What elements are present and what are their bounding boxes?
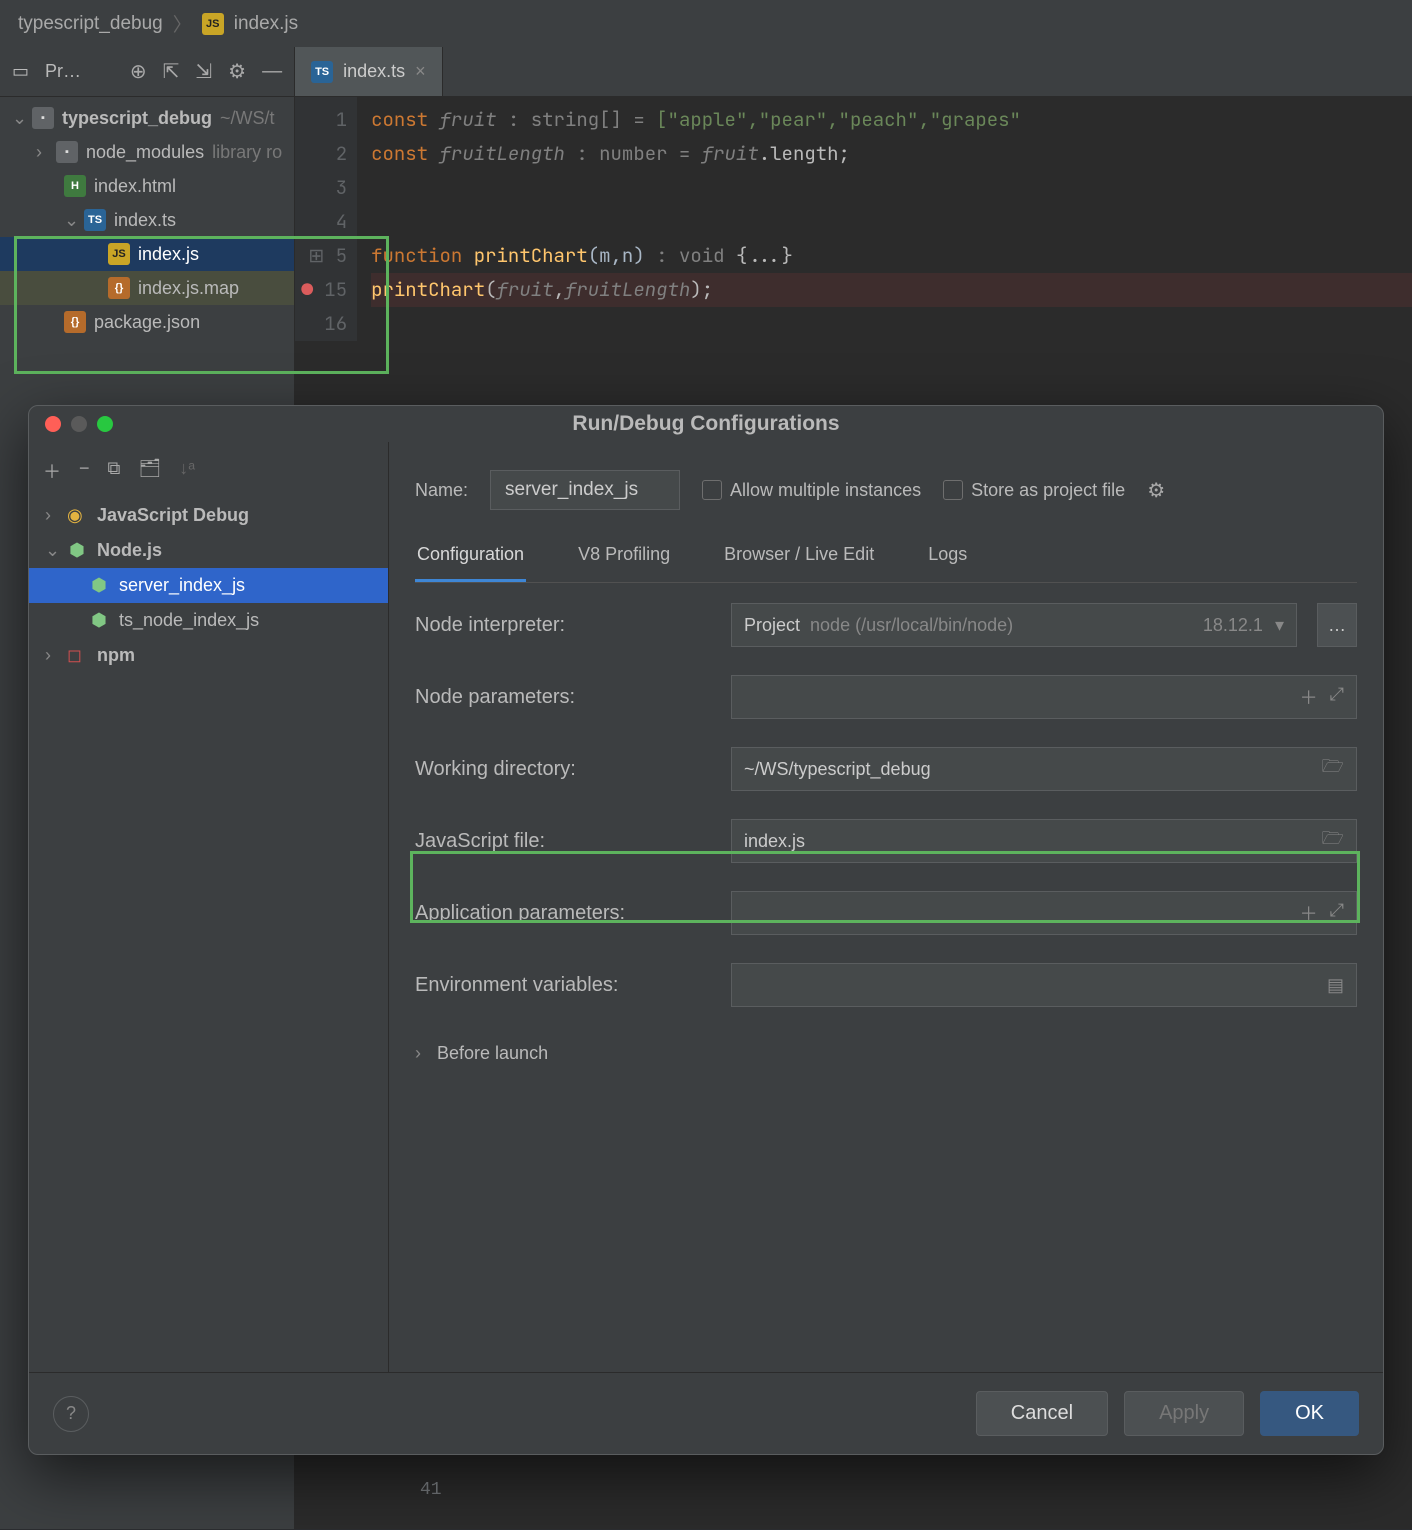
node-parameters-field[interactable]: ＋⤢	[731, 675, 1357, 719]
tab-logs[interactable]: Logs	[926, 532, 969, 582]
list-icon[interactable]: ▤	[1327, 975, 1344, 996]
js-debug-icon: ◉	[67, 505, 87, 526]
config-name-input[interactable]	[490, 470, 680, 510]
help-icon[interactable]: ?	[53, 1396, 89, 1432]
hide-icon[interactable]: —	[262, 60, 282, 83]
gutter: 1 2 3 4 ⊞ 5 ● 15 16	[295, 97, 357, 341]
app-params-label: Application parameters:	[415, 902, 711, 925]
tab-v8-profiling[interactable]: V8 Profiling	[576, 532, 672, 582]
gear-icon[interactable]: ⚙	[228, 59, 246, 84]
tree-package-json[interactable]: {} package.json	[0, 305, 294, 339]
before-launch-section[interactable]: ›Before launch	[415, 1021, 1357, 1086]
folder-icon: ▪	[32, 107, 54, 129]
add-config-icon[interactable]: ＋	[43, 458, 61, 484]
dialog-title: Run/Debug Configurations	[29, 412, 1383, 436]
name-label: Name:	[415, 480, 468, 501]
close-tab-icon[interactable]: ×	[415, 61, 426, 82]
conf-npm[interactable]: ›◻ npm	[29, 638, 388, 673]
gear-icon[interactable]: ⚙	[1147, 478, 1165, 503]
breadcrumb-file[interactable]: index.js	[234, 13, 298, 35]
apply-button[interactable]: Apply	[1124, 1391, 1244, 1436]
folder-icon[interactable]: 🗁	[1322, 754, 1344, 784]
node-icon: ⬢	[89, 610, 109, 631]
folder-icon[interactable]: 🗁	[1322, 826, 1344, 856]
env-vars-label: Environment variables:	[415, 974, 711, 997]
editor-tab[interactable]: TS index.ts ×	[295, 47, 443, 96]
tree-root[interactable]: ⌄ ▪ typescript_debug ~/WS/t	[0, 101, 294, 135]
node-interpreter-label: Node interpreter:	[415, 614, 711, 637]
conf-server-index[interactable]: ⬢ server_index_js	[29, 568, 388, 603]
node-icon: ⬢	[67, 540, 87, 561]
js-icon: JS	[108, 243, 130, 265]
breadcrumb-project[interactable]: typescript_debug	[18, 13, 163, 35]
collapse-icon[interactable]: ⇲	[195, 59, 212, 84]
node-interpreter-field[interactable]: Project node (/usr/local/bin/node) 18.12…	[731, 603, 1297, 647]
breadcrumb: typescript_debug 〉 JS index.js	[0, 0, 1412, 47]
working-dir-field[interactable]: ~/WS/typescript_debug 🗁	[731, 747, 1357, 791]
ts-icon: TS	[311, 61, 333, 83]
target-icon[interactable]: ⊕	[130, 59, 147, 84]
conf-js-debug[interactable]: ›◉ JavaScript Debug	[29, 498, 388, 533]
remove-config-icon[interactable]: −	[79, 458, 90, 484]
env-vars-field[interactable]: ▤	[731, 963, 1357, 1007]
html-icon: H	[64, 175, 86, 197]
plus-icon[interactable]: ＋	[1300, 684, 1318, 710]
tree-node-modules[interactable]: › ▪ node_modules library ro	[0, 135, 294, 169]
tab-configuration[interactable]: Configuration	[415, 532, 526, 582]
copy-config-icon[interactable]: ⧉	[108, 458, 121, 484]
panel-title: Pr…	[45, 61, 114, 82]
expand-icon[interactable]: ⇱	[163, 59, 180, 84]
ok-button[interactable]: OK	[1260, 1391, 1359, 1436]
tree-index-js-map[interactable]: {} index.js.map	[0, 271, 294, 305]
browse-interpreter-button[interactable]: …	[1317, 603, 1357, 647]
node-parameters-label: Node parameters:	[415, 686, 711, 709]
tree-index-html[interactable]: H index.html	[0, 169, 294, 203]
expand-icon[interactable]: ⤢	[1330, 900, 1344, 926]
npm-icon: ◻	[67, 645, 87, 666]
js-file-label: JavaScript file:	[415, 830, 711, 853]
breakpoint-icon[interactable]: ●	[301, 277, 312, 302]
conf-nodejs[interactable]: ⌄⬢ Node.js	[29, 533, 388, 568]
tree-index-js[interactable]: JS index.js	[0, 237, 294, 271]
js-icon: JS	[202, 13, 224, 35]
gutter-line-41: 41	[420, 1480, 442, 1500]
chevron-down-icon[interactable]: ▾	[1275, 615, 1284, 636]
json-icon: {}	[64, 311, 86, 333]
breadcrumb-separator: 〉	[173, 10, 192, 37]
folder-config-icon[interactable]: 🗂	[138, 458, 161, 484]
allow-multiple-checkbox[interactable]: Allow multiple instances	[702, 480, 921, 501]
tab-browser-live-edit[interactable]: Browser / Live Edit	[722, 532, 876, 582]
store-file-checkbox[interactable]: Store as project file	[943, 480, 1125, 501]
js-file-field[interactable]: index.js 🗁	[731, 819, 1357, 863]
plus-icon[interactable]: ＋	[1300, 900, 1318, 926]
panel-icon: ▭	[12, 61, 29, 82]
code[interactable]: const fruit : string[] = ["apple","pear"…	[357, 97, 1412, 341]
ts-icon: TS	[84, 209, 106, 231]
tree-index-ts[interactable]: ⌄ TS index.ts	[0, 203, 294, 237]
run-debug-dialog: Run/Debug Configurations ＋ − ⧉ 🗂 ↓ᵃ ›◉ J…	[28, 405, 1384, 1455]
conf-ts-node-index[interactable]: ⬢ ts_node_index_js	[29, 603, 388, 638]
working-dir-label: Working directory:	[415, 758, 711, 781]
node-icon: ⬢	[89, 575, 109, 596]
folder-icon: ▪	[56, 141, 78, 163]
map-icon: {}	[108, 277, 130, 299]
sort-config-icon[interactable]: ↓ᵃ	[179, 458, 195, 484]
expand-icon[interactable]: ⤢	[1330, 684, 1344, 710]
cancel-button[interactable]: Cancel	[976, 1391, 1108, 1436]
app-params-field[interactable]: ＋⤢	[731, 891, 1357, 935]
